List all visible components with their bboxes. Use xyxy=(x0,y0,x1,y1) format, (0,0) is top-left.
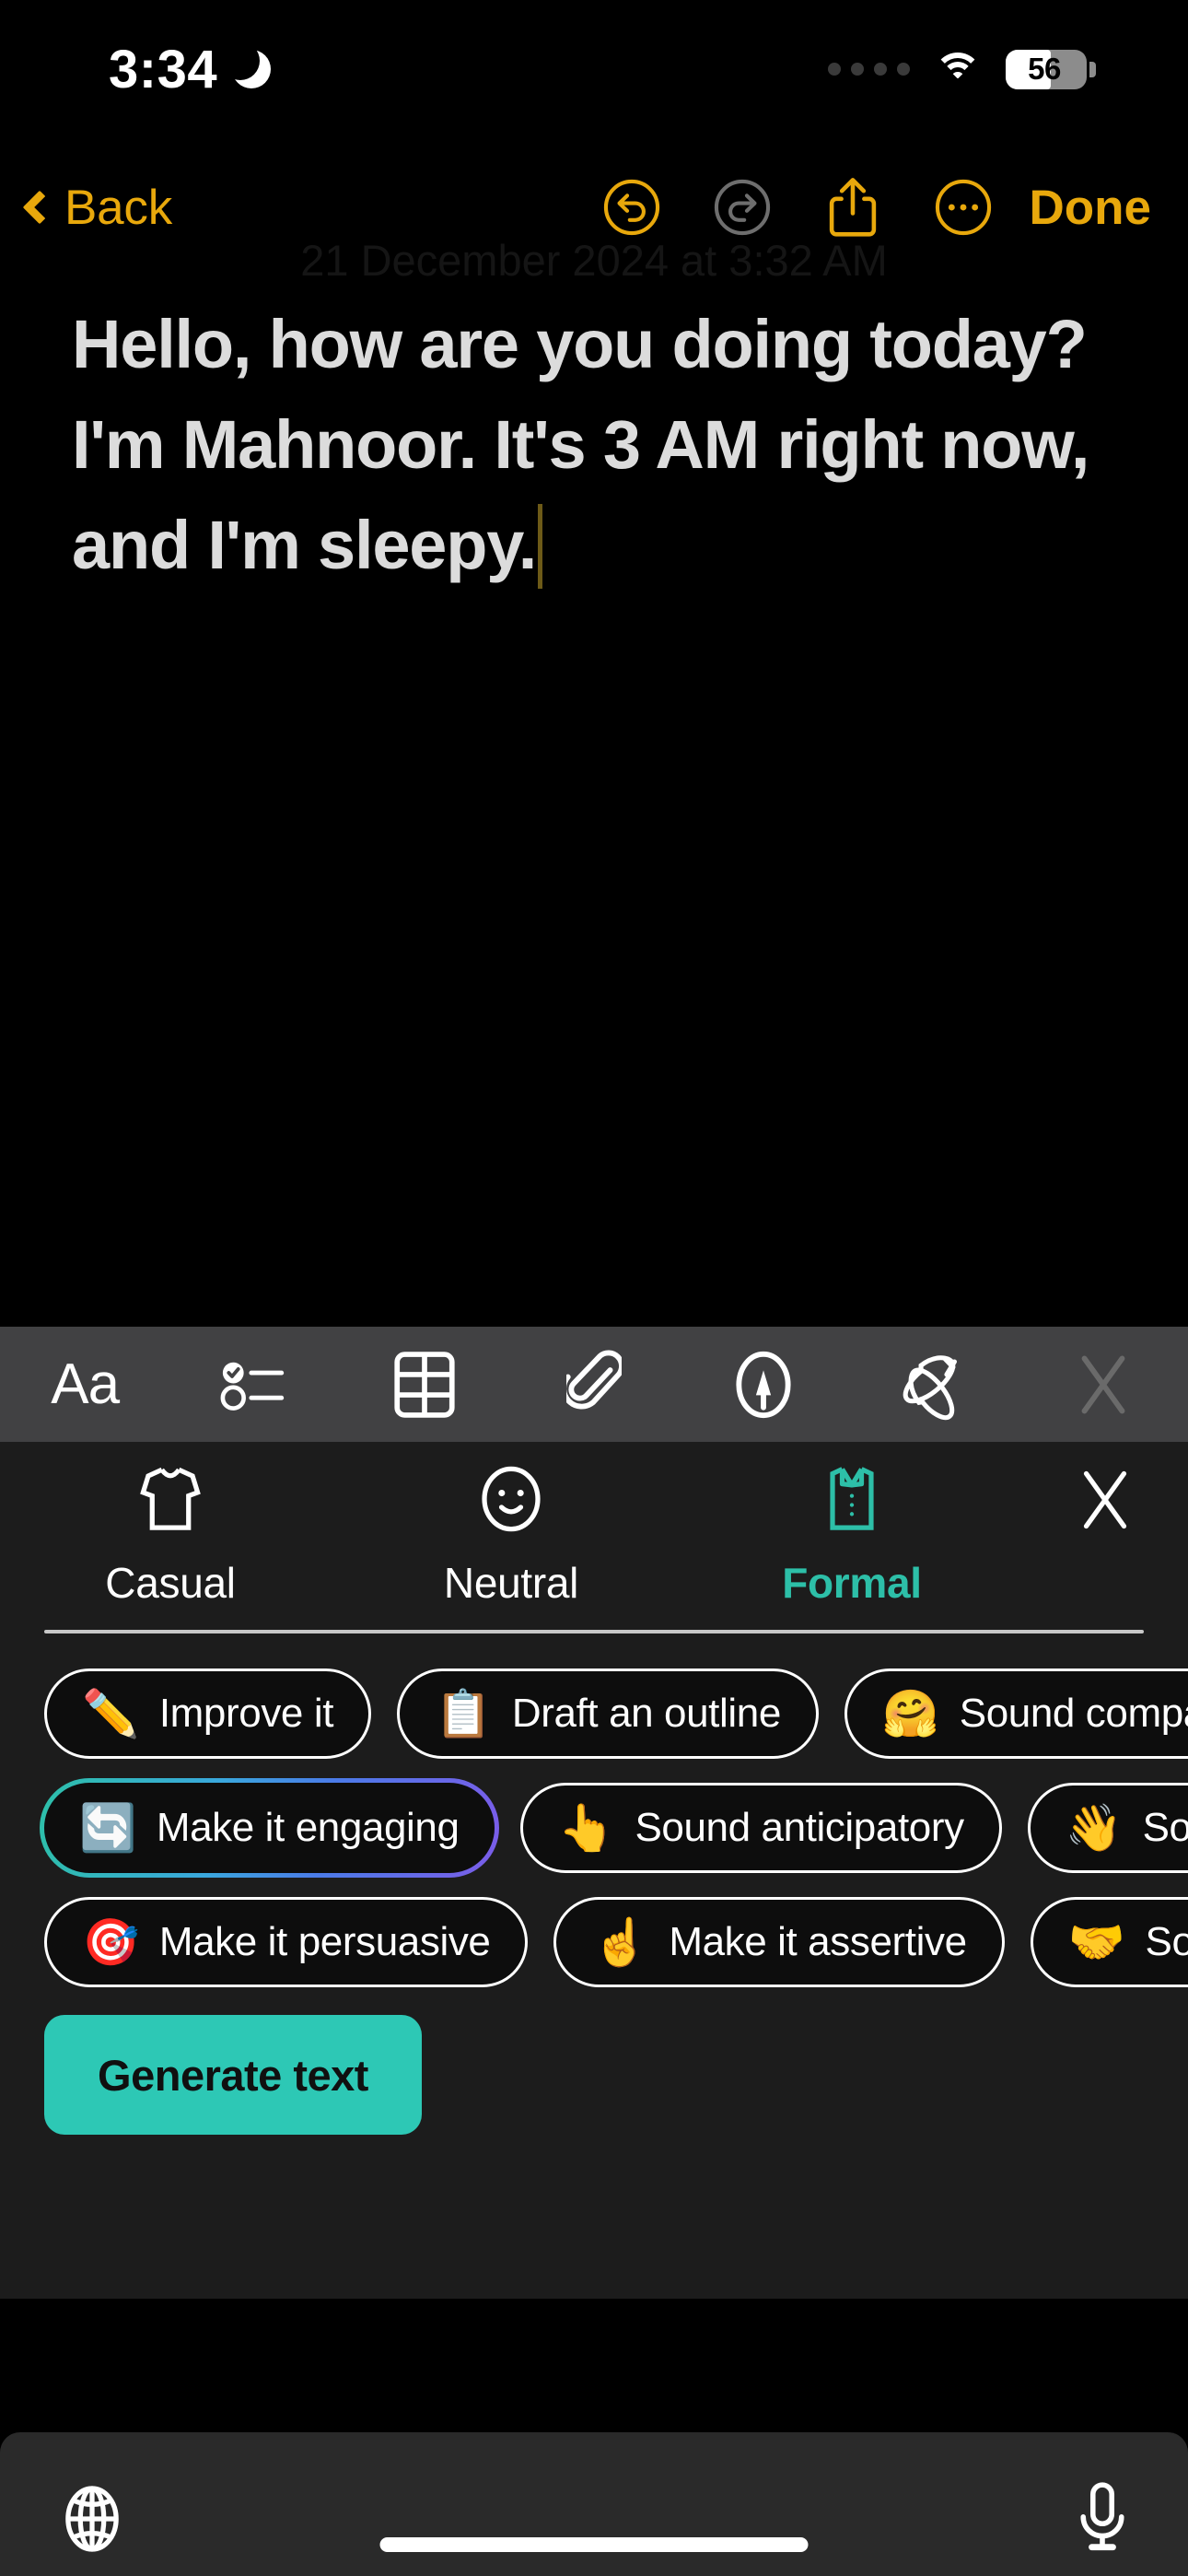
apple-intelligence-icon xyxy=(903,1354,957,1420)
smiley-face-icon xyxy=(482,1466,541,1532)
suggestion-chip-label: Improve it xyxy=(158,1691,334,1736)
redo-circle-icon xyxy=(714,179,770,236)
undo-button[interactable] xyxy=(577,157,687,258)
suggestion-chip-sound-compassionate[interactable]: 🤗 Sound compassionate xyxy=(844,1669,1188,1759)
attachment-button[interactable] xyxy=(509,1327,679,1442)
tone-option-formal[interactable]: Formal xyxy=(681,1460,1022,1608)
suggestion-chip-label: Sound welcoming xyxy=(1142,1805,1188,1850)
more-ellipsis-icon xyxy=(935,179,991,236)
suggestion-chip-sound-anticipatory[interactable]: 👆 Sound anticipatory xyxy=(519,1783,1002,1873)
dress-shirt-icon xyxy=(830,1467,874,1530)
suggestion-chip-make-it-assertive[interactable]: ☝️ Make it assertive xyxy=(553,1897,1005,1987)
hugging-face-icon: 🤗 xyxy=(881,1688,939,1739)
globe-language-button[interactable] xyxy=(57,2480,127,2562)
close-format-toolbar-button[interactable] xyxy=(1019,1327,1188,1442)
tone-option-formal-label: Formal xyxy=(782,1559,922,1607)
attachment-paperclip-icon xyxy=(565,1350,622,1410)
dart-target-icon: 🎯 xyxy=(82,1916,139,1968)
suggestion-chip-label: Make it assertive xyxy=(669,1919,967,1964)
suggestion-chip-draft-an-outline[interactable]: 📋 Draft an outline xyxy=(397,1669,819,1759)
more-options-button[interactable] xyxy=(908,157,1019,258)
format-toolbar: Aa xyxy=(0,1327,1188,1442)
status-bar-right: 56 xyxy=(828,49,1096,89)
suggestion-chip-label: Make it engaging xyxy=(156,1805,460,1850)
pencil-sparkle-icon: ✏️ xyxy=(82,1688,139,1739)
suggestion-chip-sound-welcoming[interactable]: 👋 Sound welcoming xyxy=(1027,1783,1188,1873)
redo-button[interactable] xyxy=(687,157,798,258)
share-icon xyxy=(829,178,876,237)
suggestion-chips: ✏️ Improve it 📋 Draft an outline 🤗 Sound… xyxy=(0,1633,1188,1987)
clipboard-icon: 📋 xyxy=(435,1688,492,1739)
checklist-button[interactable] xyxy=(169,1327,339,1442)
suggestion-row-2: 🔄 Make it engaging 👆 Sound anticipatory … xyxy=(0,1778,1188,1878)
suggestion-chip-label: Make it persuasive xyxy=(158,1919,491,1964)
chevron-left-icon xyxy=(22,190,57,225)
tone-option-casual-label: Casual xyxy=(105,1559,236,1607)
microphone-icon xyxy=(1080,2482,1124,2551)
tone-selector: Casual Neutral Formal xyxy=(0,1442,1188,1617)
suggestion-row-1: ✏️ Improve it 📋 Draft an outline 🤗 Sound… xyxy=(0,1669,1188,1759)
status-time: 3:34 xyxy=(109,39,218,100)
share-button[interactable] xyxy=(798,157,908,258)
close-writing-tools-button[interactable] xyxy=(1022,1460,1188,1532)
done-button[interactable]: Done xyxy=(1030,180,1152,236)
index-pointing-up-icon: 👆 xyxy=(557,1802,615,1854)
globe-icon xyxy=(65,2486,119,2552)
note-body-content: Hello, how are you doing today? I'm Mahn… xyxy=(72,306,1089,583)
battery-percent-label: 56 xyxy=(1028,52,1061,86)
waving-hand-icon: 👋 xyxy=(1065,1802,1123,1854)
counterclockwise-arrows-icon: 🔄 xyxy=(79,1802,136,1854)
close-icon xyxy=(1083,1470,1127,1529)
keyboard-bottom-bar xyxy=(0,2432,1188,2576)
table-icon xyxy=(394,1351,455,1418)
navigation-bar: Back Done xyxy=(0,157,1188,258)
wifi-icon xyxy=(934,51,982,88)
checklist-icon xyxy=(220,1362,285,1411)
index-pointing-up-icon: ☝️ xyxy=(591,1916,649,1968)
back-button[interactable]: Back xyxy=(22,180,173,236)
status-bar: 3:34 56 xyxy=(0,0,1188,138)
dictation-button[interactable] xyxy=(1074,2480,1131,2562)
tone-option-neutral[interactable]: Neutral xyxy=(341,1460,681,1608)
status-bar-left: 3:34 xyxy=(109,39,272,100)
tone-option-casual[interactable]: Casual xyxy=(0,1460,341,1608)
suggestion-chip-label: Sound supportive xyxy=(1145,1919,1188,1964)
generate-text-button[interactable]: Generate text xyxy=(44,2015,422,2135)
text-caret xyxy=(538,503,543,589)
navigation-actions: Done xyxy=(577,157,1163,258)
back-button-label: Back xyxy=(64,180,173,235)
text-format-icon: Aa xyxy=(51,1352,120,1416)
home-indicator xyxy=(379,2537,809,2552)
handshake-icon: 🤝 xyxy=(1067,1916,1125,1968)
tshirt-icon xyxy=(140,1467,201,1530)
crescent-moon-icon xyxy=(221,41,272,88)
battery-icon: 56 xyxy=(1006,49,1096,89)
suggestion-chip-make-it-persuasive[interactable]: 🎯 Make it persuasive xyxy=(44,1897,529,1987)
apple-intelligence-button[interactable] xyxy=(848,1327,1018,1442)
tone-option-neutral-label: Neutral xyxy=(443,1559,579,1607)
suggestion-chip-label: Sound anticipatory xyxy=(635,1805,964,1850)
close-icon xyxy=(1081,1355,1125,1413)
markup-pen-icon xyxy=(736,1351,791,1418)
note-body-text[interactable]: Hello, how are you doing today? I'm Mahn… xyxy=(72,295,1117,595)
suggestion-row-3: 🎯 Make it persuasive ☝️ Make it assertiv… xyxy=(0,1897,1188,1987)
suggestion-chip-sound-supportive[interactable]: 🤝 Sound supportive xyxy=(1030,1897,1188,1987)
suggestion-chip-make-it-engaging-wrapper: 🔄 Make it engaging xyxy=(40,1778,499,1878)
text-format-button[interactable]: Aa xyxy=(0,1327,169,1442)
suggestion-chip-label: Draft an outline xyxy=(511,1691,781,1736)
writing-tools-panel: Casual Neutral Formal ✏️ Improve it 📋 Dr… xyxy=(0,1442,1188,2299)
suggestion-chip-label: Sound compassionate xyxy=(959,1691,1188,1736)
markup-button[interactable] xyxy=(679,1327,848,1442)
undo-circle-icon xyxy=(603,179,659,236)
suggestion-chip-make-it-engaging[interactable]: 🔄 Make it engaging xyxy=(40,1778,499,1878)
suggestion-chip-improve-it[interactable]: ✏️ Improve it xyxy=(44,1669,372,1759)
insert-table-button[interactable] xyxy=(340,1327,509,1442)
cellular-signal-dots-icon xyxy=(828,63,910,76)
note-editor[interactable]: 21 December 2024 at 3:32 AM Hello, how a… xyxy=(0,138,1188,1327)
